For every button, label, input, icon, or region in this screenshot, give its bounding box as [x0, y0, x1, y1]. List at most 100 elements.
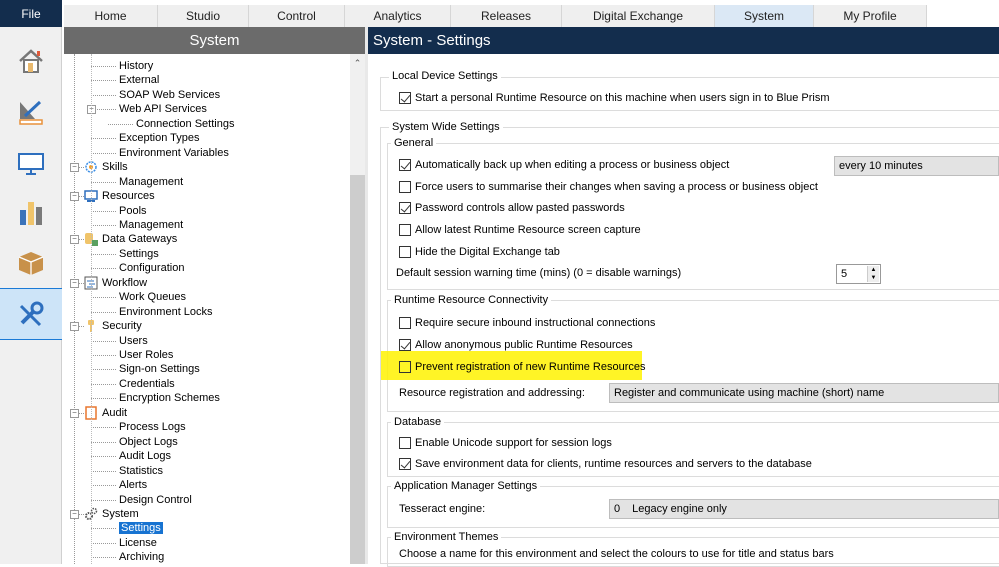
tree-item[interactable]: Archiving: [119, 550, 164, 564]
tree-item[interactable]: Data Gateways: [102, 232, 177, 246]
tesseract-label: Tesseract engine:: [399, 503, 486, 515]
tree-line: [108, 123, 133, 125]
tree-item[interactable]: Audit Logs: [119, 449, 171, 463]
checkbox-checked[interactable]: [399, 339, 411, 351]
password-paste-checkbox[interactable]: Password controls allow pasted passwords: [399, 200, 625, 216]
hide-dx-checkbox[interactable]: Hide the Digital Exchange tab: [399, 244, 560, 260]
checkbox-checked[interactable]: [399, 458, 411, 470]
collapse-toggle[interactable]: −: [70, 192, 79, 202]
collapse-toggle[interactable]: −: [70, 278, 79, 288]
collapse-toggle[interactable]: −: [70, 322, 79, 332]
tree-item[interactable]: Audit: [102, 406, 127, 420]
tree-item[interactable]: User Roles: [119, 348, 173, 362]
tree-item[interactable]: Workflow: [102, 276, 147, 290]
tree-item[interactable]: Statistics: [119, 464, 163, 478]
addressing-dropdown[interactable]: Register and communicate using machine (…: [609, 383, 999, 403]
rail-system-button[interactable]: [0, 288, 62, 340]
tree-item-label: Users: [119, 334, 148, 347]
checkbox-unchecked[interactable]: [399, 246, 411, 258]
checkbox-unchecked[interactable]: [399, 181, 411, 193]
checkbox-checked[interactable]: [399, 202, 411, 214]
collapse-toggle[interactable]: −: [70, 163, 79, 173]
tree-item[interactable]: Work Queues: [119, 290, 186, 304]
start-personal-runtime-checkbox[interactable]: Start a personal Runtime Resource on thi…: [399, 90, 830, 106]
tree-item[interactable]: Environment Locks: [119, 305, 213, 319]
unicode-checkbox[interactable]: Enable Unicode support for session logs: [399, 435, 612, 451]
rail-control-button[interactable]: [0, 137, 62, 189]
tab-control[interactable]: Control: [249, 5, 345, 27]
tree-item-label: Design Control: [119, 493, 192, 506]
tree-item[interactable]: Object Logs: [119, 435, 178, 449]
tree-item[interactable]: Web API Services: [119, 102, 207, 116]
tree-item[interactable]: SOAP Web Services: [119, 88, 220, 102]
tree-item[interactable]: Design Control: [119, 493, 192, 507]
allow-anonymous-checkbox[interactable]: Allow anonymous public Runtime Resources: [399, 337, 633, 353]
group-title: General: [391, 137, 437, 150]
prevent-registration-checkbox[interactable]: Prevent registration of new Runtime Reso…: [399, 359, 646, 375]
backup-interval-dropdown[interactable]: every 10 minutes: [834, 156, 999, 176]
tree-item[interactable]: Skills: [102, 160, 128, 174]
file-menu-button[interactable]: File: [0, 0, 62, 27]
rail-releases-button[interactable]: [0, 237, 62, 289]
tree-item-label: Audit Logs: [119, 450, 171, 463]
tree-item[interactable]: Process Logs: [119, 420, 186, 434]
force-summarise-checkbox[interactable]: Force users to summarise their changes w…: [399, 179, 818, 195]
tree-item[interactable]: Credentials: [119, 377, 175, 391]
tab-my-profile[interactable]: My Profile: [814, 5, 927, 27]
tree-item[interactable]: Pools: [119, 204, 147, 218]
checkbox-checked[interactable]: [399, 92, 411, 104]
tree-item[interactable]: Resources: [102, 189, 155, 203]
stepper-value[interactable]: 5: [841, 268, 847, 280]
tree-item[interactable]: Alerts: [119, 478, 147, 492]
tree-item[interactable]: Users: [119, 334, 148, 348]
tree-item-label: Resources: [102, 190, 155, 203]
tab-system[interactable]: System: [715, 5, 814, 27]
collapse-toggle[interactable]: −: [70, 509, 79, 519]
collapse-toggle[interactable]: −: [70, 235, 79, 245]
panel-splitter[interactable]: [365, 27, 368, 564]
save-env-checkbox[interactable]: Save environment data for clients, runti…: [399, 456, 812, 472]
checkbox-unchecked[interactable]: [399, 224, 411, 236]
screen-capture-checkbox[interactable]: Allow latest Runtime Resource screen cap…: [399, 222, 641, 238]
checkbox-unchecked[interactable]: [399, 361, 411, 373]
auto-backup-checkbox[interactable]: Automatically back up when editing a pro…: [399, 157, 729, 173]
tab-digital-exchange[interactable]: Digital Exchange: [562, 5, 715, 27]
tree-item[interactable]: Sign-on Settings: [119, 362, 200, 376]
tree-item-label: Audit: [102, 406, 128, 419]
tree-item[interactable]: Environment Variables: [119, 146, 229, 160]
checkbox-unchecked[interactable]: [399, 437, 411, 449]
tree-item-label: Connection Settings: [136, 117, 235, 130]
tree-item[interactable]: Settings: [119, 521, 163, 535]
tree-item[interactable]: License: [119, 536, 157, 550]
tab-analytics[interactable]: Analytics: [345, 5, 451, 27]
rail-studio-button[interactable]: [0, 87, 62, 139]
tree-item[interactable]: Security: [102, 319, 142, 333]
tree-item[interactable]: History: [119, 59, 153, 73]
tree-item[interactable]: Management: [119, 175, 183, 189]
collapse-toggle[interactable]: −: [70, 408, 79, 418]
checkbox-checked[interactable]: [399, 159, 411, 171]
tree-item[interactable]: Exception Types: [119, 131, 200, 145]
tesseract-dropdown[interactable]: 0 Legacy engine only: [609, 499, 999, 519]
tree-item[interactable]: Configuration: [119, 261, 184, 275]
tab-releases[interactable]: Releases: [451, 5, 562, 27]
group-title: Database: [391, 416, 445, 429]
tree-item[interactable]: System: [102, 507, 139, 521]
tree-item[interactable]: Management: [119, 218, 183, 232]
tree-item[interactable]: Encryption Schemes: [119, 391, 220, 405]
tree-item[interactable]: Settings: [119, 247, 159, 261]
stepper-arrows-icon[interactable]: ▲ ▼: [867, 266, 879, 282]
session-warning-stepper[interactable]: 5 ▲ ▼: [836, 264, 881, 284]
tree-item[interactable]: External: [119, 73, 159, 87]
rail-analytics-button[interactable]: [0, 187, 62, 239]
tree-scroll-thumb[interactable]: [350, 175, 365, 564]
checkbox-unchecked[interactable]: [399, 317, 411, 329]
rail-home-button[interactable]: [0, 35, 62, 87]
tab-studio[interactable]: Studio: [158, 5, 249, 27]
scroll-up-icon[interactable]: ⌃: [350, 58, 365, 69]
checkbox-label: Password controls allow pasted passwords: [415, 202, 625, 214]
tree-item[interactable]: Connection Settings: [136, 117, 234, 131]
require-secure-checkbox[interactable]: Require secure inbound instructional con…: [399, 315, 655, 331]
tab-home[interactable]: Home: [64, 5, 158, 27]
tree-item-label: Management: [119, 175, 184, 188]
